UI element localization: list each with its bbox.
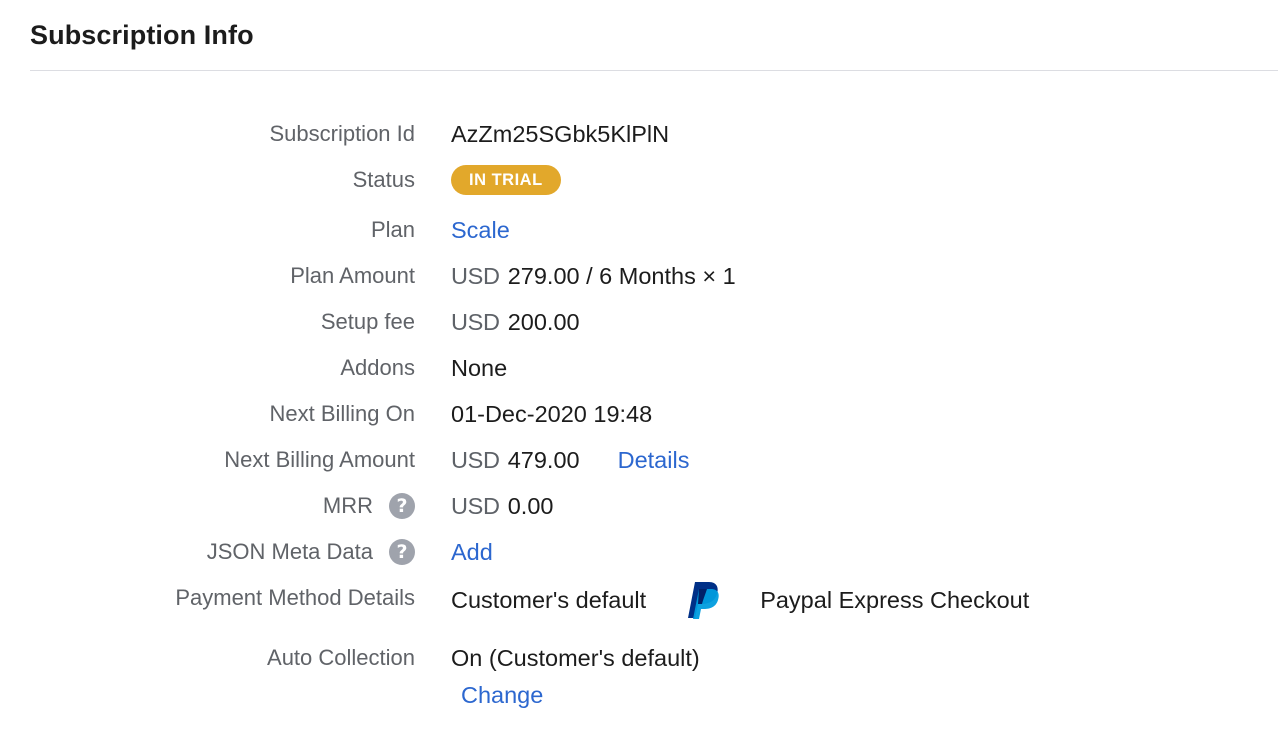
section-title: Subscription Info xyxy=(30,20,254,50)
status-label-text: Status xyxy=(352,167,415,192)
setup-fee-label-text: Setup fee xyxy=(320,309,415,334)
auto-collection-value: On (Customer's default) xyxy=(451,644,700,671)
payment-method-value: Customer's default xyxy=(451,586,647,613)
setup-fee-value: 200.00 xyxy=(507,308,580,335)
next-billing-amount-currency: USD xyxy=(451,446,500,473)
row-addons: Addons None xyxy=(0,345,1278,391)
plan-label-text: Plan xyxy=(370,217,415,242)
plan-value-cell: Scale xyxy=(451,207,510,253)
payment-method-label-text: Payment Method Details xyxy=(175,585,415,610)
mrr-label-text: MRR xyxy=(322,493,373,518)
row-setup-fee: Setup fee USD 200.00 xyxy=(0,299,1278,345)
json-meta-data-help-icon[interactable]: ? xyxy=(389,539,415,565)
mrr-currency: USD xyxy=(451,492,500,519)
addons-label-text: Addons xyxy=(340,355,415,380)
subscription-id-label-text: Subscription Id xyxy=(269,121,415,146)
payment-method-name: Paypal Express Checkout xyxy=(760,586,1030,613)
status-label: Status xyxy=(353,157,415,203)
change-auto-collection-link[interactable]: Change xyxy=(461,682,543,709)
row-plan-amount: Plan Amount USD 279.00 / 6 Months × 1 xyxy=(0,253,1278,299)
json-meta-data-label: JSON Meta Data ? xyxy=(207,529,415,575)
next-billing-details-link[interactable]: Details xyxy=(618,447,690,474)
payment-method-value-cell: Customer's default Paypal Express Checko… xyxy=(451,575,1029,625)
mrr-value: 0.00 xyxy=(507,492,554,519)
status-badge: IN TRIAL xyxy=(451,165,561,195)
row-next-billing-on: Next Billing On 01-Dec-2020 19:48 xyxy=(0,391,1278,437)
mrr-help-icon[interactable]: ? xyxy=(389,493,415,519)
row-payment-method: Payment Method Details Customer's defaul… xyxy=(0,575,1278,625)
setup-fee-label: Setup fee xyxy=(321,299,415,345)
row-subscription-id: Subscription Id AzZm25SGbk5KlPlN xyxy=(0,111,1278,157)
plan-amount-label: Plan Amount xyxy=(290,253,415,299)
subscription-id-value: AzZm25SGbk5KlPlN xyxy=(451,120,670,147)
setup-fee-currency: USD xyxy=(451,308,500,335)
row-plan: Plan Scale xyxy=(0,207,1278,253)
setup-fee-value-cell: USD 200.00 xyxy=(451,299,580,345)
plan-amount-value: 279.00 / 6 Months × 1 xyxy=(507,262,736,289)
json-meta-data-label-text: JSON Meta Data xyxy=(206,539,373,564)
addons-value: None xyxy=(451,354,508,381)
mrr-label: MRR ? xyxy=(323,483,415,529)
next-billing-amount-label: Next Billing Amount xyxy=(224,437,415,483)
auto-collection-label: Auto Collection xyxy=(267,635,415,681)
plan-amount-currency: USD xyxy=(451,262,500,289)
auto-collection-change-cell: Change xyxy=(461,677,543,713)
plan-amount-value-cell: USD 279.00 / 6 Months × 1 xyxy=(451,253,736,299)
section-divider xyxy=(30,70,1278,71)
next-billing-on-label: Next Billing On xyxy=(269,391,415,437)
next-billing-on-value: 01-Dec-2020 19:48 xyxy=(451,400,653,427)
plan-label: Plan xyxy=(371,207,415,253)
next-billing-amount-label-text: Next Billing Amount xyxy=(224,447,415,472)
paypal-icon xyxy=(683,580,723,620)
status-value-cell: IN TRIAL xyxy=(451,157,561,203)
next-billing-amount-value: 479.00 xyxy=(507,446,580,473)
auto-collection-value-cell: On (Customer's default) xyxy=(451,635,700,681)
row-json-meta-data: JSON Meta Data ? Add xyxy=(0,529,1278,575)
row-mrr: MRR ? USD 0.00 xyxy=(0,483,1278,529)
row-auto-collection: Auto Collection On (Customer's default) xyxy=(0,635,1278,681)
next-billing-on-label-text: Next Billing On xyxy=(269,401,415,426)
row-next-billing-amount: Next Billing Amount USD 479.00 Details xyxy=(0,437,1278,483)
next-billing-amount-value-cell: USD 479.00 Details xyxy=(451,437,689,483)
addons-value-cell: None xyxy=(451,345,507,391)
auto-collection-label-text: Auto Collection xyxy=(267,645,415,670)
subscription-id-label: Subscription Id xyxy=(269,111,415,157)
plan-amount-label-text: Plan Amount xyxy=(290,263,415,288)
add-json-meta-data-link[interactable]: Add xyxy=(451,539,493,566)
mrr-value-cell: USD 0.00 xyxy=(451,483,553,529)
payment-method-label: Payment Method Details xyxy=(175,575,415,621)
subscription-id-value-cell: AzZm25SGbk5KlPlN xyxy=(451,111,669,157)
next-billing-on-value-cell: 01-Dec-2020 19:48 xyxy=(451,391,652,437)
plan-link[interactable]: Scale xyxy=(451,217,510,244)
row-status: Status IN TRIAL xyxy=(0,157,1278,203)
addons-label: Addons xyxy=(340,345,415,391)
json-meta-data-value-cell: Add xyxy=(451,529,493,575)
